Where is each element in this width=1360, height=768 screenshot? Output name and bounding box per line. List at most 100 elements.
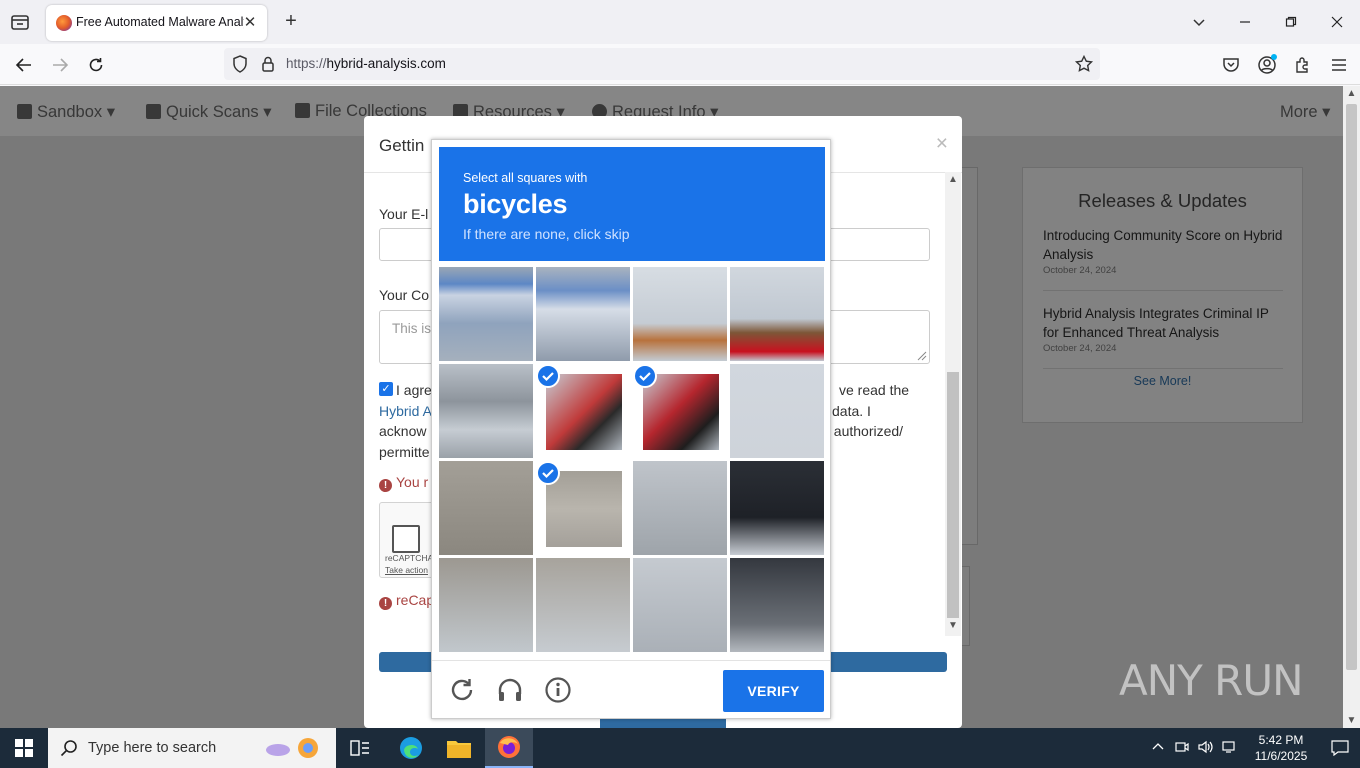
tab-title: Free Automated Malware Analysis bbox=[76, 15, 244, 29]
tile-image bbox=[633, 558, 727, 652]
task-view-icon[interactable] bbox=[336, 728, 384, 768]
error-message: ! You r bbox=[379, 474, 428, 492]
terms-link[interactable]: Hybrid A bbox=[379, 403, 432, 419]
app-menu-icon[interactable] bbox=[1326, 52, 1352, 78]
maximize-icon[interactable] bbox=[1268, 0, 1314, 44]
verify-button[interactable]: VERIFY bbox=[723, 670, 824, 712]
tile-image bbox=[633, 267, 727, 361]
recaptcha-challenge: Select all squares with bicycles If ther… bbox=[431, 139, 831, 719]
new-tab-icon[interactable]: + bbox=[280, 11, 302, 33]
tile-image bbox=[730, 461, 824, 555]
recaptcha-checkbox[interactable] bbox=[392, 525, 420, 553]
audio-icon[interactable] bbox=[495, 675, 525, 705]
challenge-tile[interactable] bbox=[536, 461, 630, 555]
tile-image bbox=[439, 558, 533, 652]
challenge-tile[interactable] bbox=[633, 364, 727, 458]
tab-list-icon[interactable] bbox=[8, 10, 32, 34]
windows-start-icon[interactable] bbox=[0, 728, 48, 768]
resize-handle-icon[interactable] bbox=[915, 349, 927, 361]
modal-title: Gettin bbox=[379, 136, 425, 155]
scroll-down-icon[interactable]: ▼ bbox=[947, 620, 959, 634]
taskbar-search-input[interactable]: Type here to search bbox=[48, 728, 336, 768]
challenge-tile[interactable] bbox=[633, 461, 727, 555]
url-scheme: https:// bbox=[286, 56, 327, 71]
recaptcha-error-text: reCap bbox=[396, 592, 435, 608]
challenge-tile[interactable] bbox=[439, 267, 533, 361]
taskbar-clock[interactable]: 5:42 PM 11/6/2025 bbox=[1242, 732, 1320, 764]
challenge-hint: If there are none, click skip bbox=[463, 226, 630, 242]
scrollbar-thumb[interactable] bbox=[947, 372, 959, 618]
modal-close-icon[interactable]: × bbox=[936, 132, 948, 156]
tab-overflow-chevron-icon[interactable] bbox=[1176, 0, 1222, 44]
edge-browser-icon[interactable] bbox=[387, 728, 435, 768]
firefox-favicon-icon bbox=[56, 15, 72, 31]
challenge-tile[interactable] bbox=[633, 267, 727, 361]
notification-dot bbox=[1271, 54, 1277, 60]
lock-icon[interactable] bbox=[258, 54, 278, 77]
bookmark-star-icon[interactable] bbox=[1074, 54, 1094, 77]
browser-nav-bar: https://hybrid-analysis.com bbox=[0, 44, 1360, 85]
challenge-tile[interactable] bbox=[439, 558, 533, 652]
challenge-tile[interactable] bbox=[633, 558, 727, 652]
meet-now-icon[interactable] bbox=[1170, 740, 1194, 757]
recaptcha-action-link[interactable]: Take action bbox=[385, 565, 428, 575]
error-text: You r bbox=[396, 474, 429, 490]
forward-icon[interactable] bbox=[47, 52, 73, 78]
comment-label: Your Co bbox=[379, 287, 430, 303]
challenge-tile[interactable] bbox=[536, 364, 630, 458]
url-text[interactable]: https://hybrid-analysis.com bbox=[286, 56, 446, 71]
scroll-up-icon[interactable]: ▲ bbox=[1343, 88, 1360, 99]
file-explorer-icon[interactable] bbox=[435, 728, 483, 768]
tile-image bbox=[730, 364, 824, 458]
info-icon[interactable] bbox=[543, 675, 573, 705]
notifications-icon[interactable] bbox=[1320, 740, 1360, 756]
tab-close-icon[interactable]: ✕ bbox=[241, 14, 259, 32]
challenge-tile[interactable] bbox=[439, 461, 533, 555]
challenge-tile[interactable] bbox=[730, 461, 824, 555]
account-icon[interactable] bbox=[1254, 52, 1280, 78]
network-icon[interactable] bbox=[1218, 740, 1242, 757]
tile-image bbox=[730, 558, 824, 652]
recaptcha-error: ! reCap bbox=[379, 592, 434, 610]
agree-line-3: acknow bbox=[379, 423, 427, 439]
challenge-tile[interactable] bbox=[730, 267, 824, 361]
challenge-tile[interactable] bbox=[536, 267, 630, 361]
checkmark-icon bbox=[633, 364, 657, 388]
challenge-instruction: Select all squares with bbox=[463, 171, 588, 185]
tracking-shield-icon[interactable] bbox=[230, 54, 250, 77]
agree-line-1-right: ve read the bbox=[839, 382, 910, 398]
tile-image bbox=[633, 461, 727, 555]
challenge-tile[interactable] bbox=[730, 558, 824, 652]
challenge-tile[interactable] bbox=[730, 364, 824, 458]
tray-chevron-up-icon[interactable] bbox=[1146, 741, 1170, 756]
close-window-icon[interactable] bbox=[1314, 0, 1360, 44]
challenge-tile[interactable] bbox=[439, 364, 533, 458]
anyrun-watermark: ANY RUN bbox=[1119, 656, 1303, 705]
agree-line-2-right: data. I bbox=[832, 402, 871, 419]
extensions-icon[interactable] bbox=[1290, 52, 1316, 78]
pocket-icon[interactable] bbox=[1218, 52, 1244, 78]
address-bar[interactable]: https://hybrid-analysis.com bbox=[224, 48, 1100, 80]
volume-icon[interactable] bbox=[1194, 740, 1218, 757]
firefox-taskbar-icon[interactable] bbox=[485, 728, 533, 768]
scrollbar-thumb[interactable] bbox=[1346, 104, 1357, 670]
back-icon[interactable] bbox=[11, 52, 37, 78]
browser-tab-active[interactable]: Free Automated Malware Analysis ✕ bbox=[46, 5, 267, 41]
reload-page-icon[interactable] bbox=[83, 52, 109, 78]
comment-placeholder: This is bbox=[392, 321, 432, 336]
tile-image bbox=[439, 267, 533, 361]
minimize-icon[interactable] bbox=[1222, 0, 1268, 44]
scroll-down-icon[interactable]: ▼ bbox=[1343, 715, 1360, 726]
tile-image bbox=[439, 461, 533, 555]
search-highlight-icon bbox=[266, 738, 318, 758]
checkmark-icon bbox=[536, 461, 560, 485]
challenge-footer: VERIFY bbox=[432, 660, 830, 718]
clock-time: 5:42 PM bbox=[1258, 733, 1304, 747]
scroll-up-icon[interactable]: ▲ bbox=[947, 174, 959, 188]
challenge-tile[interactable] bbox=[536, 558, 630, 652]
modal-scrollbar[interactable]: ▲ ▼ bbox=[945, 172, 961, 636]
page-scrollbar[interactable]: ▲ ▼ bbox=[1343, 86, 1360, 728]
agree-line-4: permitte bbox=[379, 443, 430, 460]
reload-icon[interactable] bbox=[447, 675, 477, 705]
search-placeholder: Type here to search bbox=[88, 740, 217, 756]
